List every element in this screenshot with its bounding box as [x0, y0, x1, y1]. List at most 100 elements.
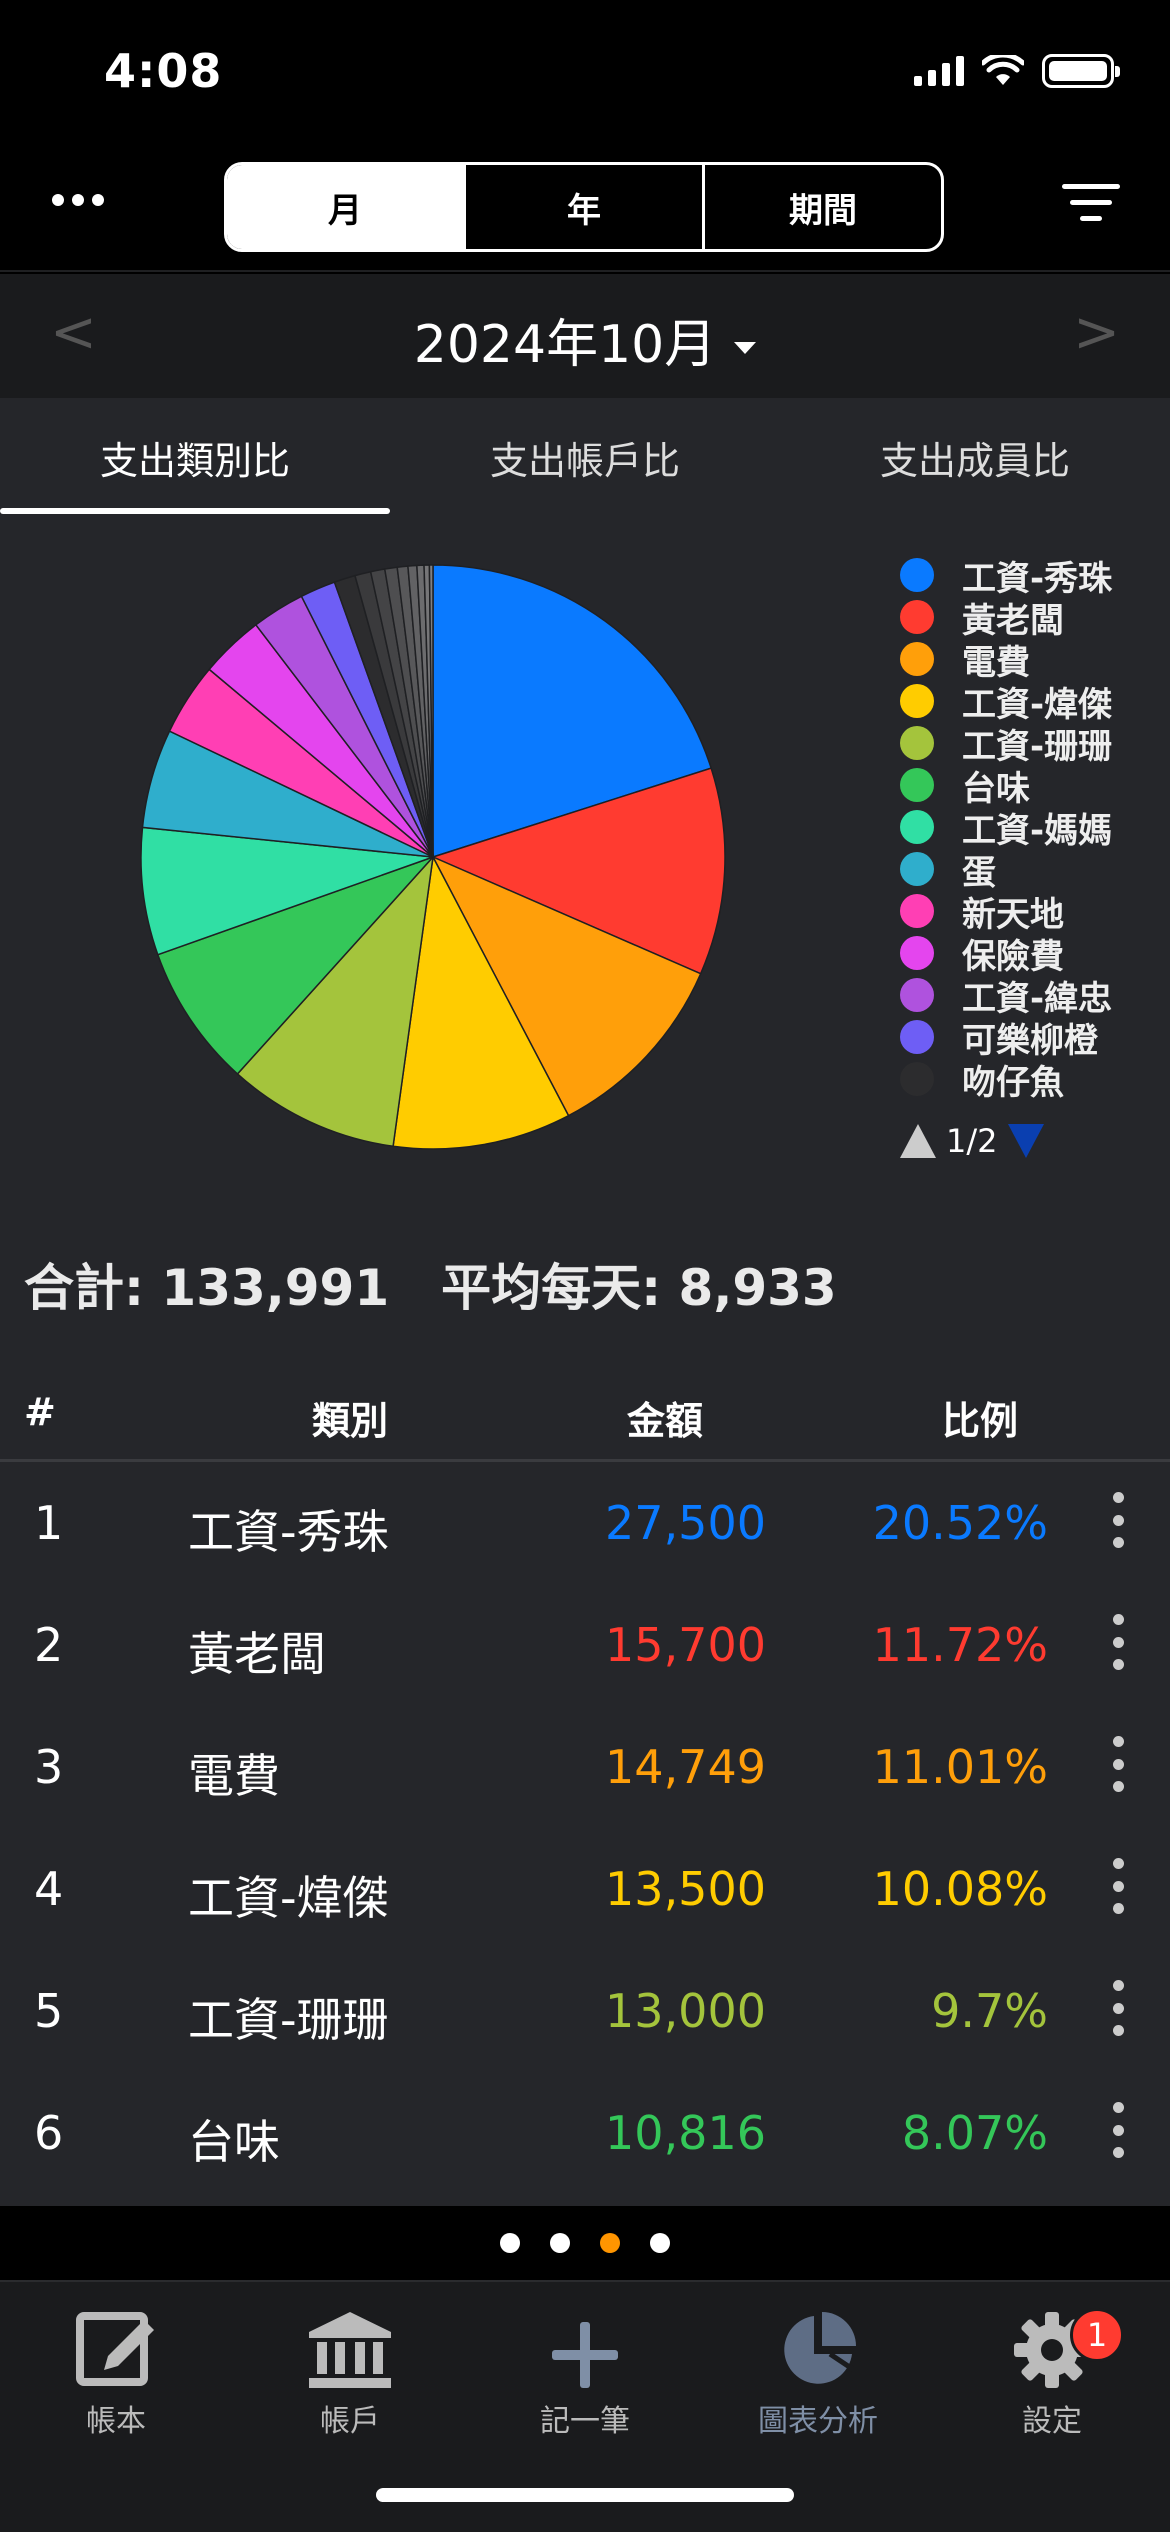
legend-color-dot	[900, 852, 934, 886]
category-table: 1 工資-秀珠 27,500 20.52% 2 黃老闆 15,700 11.72% 3 電費 14,…	[0, 1462, 1170, 2194]
total-amount: 合計: 133,991	[24, 1259, 390, 1317]
pie-chart-icon	[718, 2300, 918, 2390]
row-more-icon[interactable]	[1106, 1736, 1130, 1792]
row-amount: 14,749	[605, 1740, 766, 1794]
row-index: 3	[34, 1740, 64, 1794]
legend-page-indicator: 1/2	[946, 1122, 998, 1160]
active-tab-indicator	[0, 508, 390, 514]
page-dot[interactable]	[550, 2233, 570, 2253]
status-bar: 4:08	[0, 0, 1170, 140]
legend-item: 可樂柳橙	[900, 1016, 1112, 1061]
nav-bar: 月 年 期間	[0, 140, 1170, 272]
more-options-button[interactable]	[52, 180, 112, 220]
row-ratio: 9.7%	[931, 1984, 1048, 2038]
tabbar-item-add-record[interactable]: 記一筆	[485, 2300, 685, 2440]
month-title-text: 2024年10月	[413, 315, 717, 375]
tabbar-item-accounts[interactable]: 帳戶	[250, 2300, 450, 2440]
legend-page-up-icon[interactable]	[900, 1124, 936, 1158]
legend-color-dot	[900, 1062, 934, 1096]
row-more-icon[interactable]	[1106, 1858, 1130, 1914]
legend-item: 電費	[900, 638, 1112, 683]
table-row[interactable]: 2 黃老闆 15,700 11.72%	[0, 1584, 1170, 1706]
legend-color-dot	[900, 558, 934, 592]
table-row[interactable]: 4 工資-煒傑 13,500 10.08%	[0, 1828, 1170, 1950]
tab-expense-category[interactable]: 支出類別比	[0, 398, 390, 518]
tabbar-item-chart-analysis[interactable]: 圖表分析	[718, 2300, 918, 2440]
next-month-button[interactable]: >	[1073, 300, 1120, 365]
header-amount[interactable]: 金額	[560, 1390, 770, 1445]
wifi-icon	[982, 55, 1024, 85]
legend-color-dot	[900, 642, 934, 676]
daily-average: 平均每天: 8,933	[441, 1259, 837, 1317]
legend-color-dot	[900, 810, 934, 844]
legend-item: 工資-秀珠	[900, 554, 1112, 599]
plus-icon	[485, 2300, 685, 2390]
legend-item: 蛋	[900, 848, 1112, 893]
legend-pager: 1/2	[900, 1116, 1112, 1166]
table-row[interactable]: 1 工資-秀珠 27,500 20.52%	[0, 1462, 1170, 1584]
status-icons	[914, 54, 1120, 88]
chart-area: 工資-秀珠 黃老闆 電費 工資-煒傑 工資-珊珊 台味 工資-媽媽蛋新天地 保險費 工資-緯忠可…	[0, 518, 1170, 1198]
content-area: 支出類別比 支出帳戶比 支出成員比 工資-秀珠 黃老闆 電費 工資-煒傑 工資-珊珊 台味…	[0, 398, 1170, 2206]
tabbar-label: 設定	[1022, 2404, 1082, 2439]
filter-icon[interactable]	[1062, 182, 1120, 224]
legend-item: 新天地	[900, 890, 1112, 935]
table-row[interactable]: 5 工資-珊珊 13,000 9.7%	[0, 1950, 1170, 2072]
bank-icon	[250, 2300, 450, 2390]
table-row[interactable]: 6 台味 10,816 8.07%	[0, 2072, 1170, 2194]
tab-expense-member[interactable]: 支出成員比	[780, 398, 1170, 518]
chart-legend: 工資-秀珠 黃老闆 電費 工資-煒傑 工資-珊珊 台味 工資-媽媽蛋新天地 保險費 工資-緯忠可…	[900, 554, 1112, 1166]
legend-item: 工資-緯忠	[900, 974, 1112, 1019]
row-category: 工資-秀珠	[188, 1505, 389, 1559]
row-ratio: 11.72%	[872, 1618, 1048, 1672]
home-indicator	[376, 2488, 794, 2502]
caret-down-icon	[734, 342, 757, 354]
row-amount: 10,816	[605, 2106, 766, 2160]
row-index: 5	[34, 1984, 64, 2038]
legend-item: 台味	[900, 764, 1112, 809]
tabbar-item-settings[interactable]: 設定 1	[952, 2300, 1152, 2440]
page-dot[interactable]	[500, 2233, 520, 2253]
totals-summary: 合計: 133,991 平均每天: 8,933	[24, 1248, 889, 1320]
row-more-icon[interactable]	[1106, 1980, 1130, 2036]
legend-item: 工資-媽媽	[900, 806, 1112, 851]
page-dot[interactable]	[650, 2233, 670, 2253]
segment-month[interactable]: 月	[227, 165, 466, 249]
page-dot-active[interactable]	[600, 2233, 620, 2253]
legend-page-down-icon[interactable]	[1007, 1124, 1044, 1158]
battery-icon	[1042, 54, 1120, 88]
legend-item: 保險費	[900, 932, 1112, 977]
tabbar-item-ledger[interactable]: 帳本	[16, 2300, 216, 2440]
row-index: 4	[34, 1862, 64, 1916]
header-ratio[interactable]: 比例	[880, 1390, 1080, 1445]
month-title[interactable]: 2024年10月	[0, 302, 1170, 377]
legend-color-dot	[900, 600, 934, 634]
row-more-icon[interactable]	[1106, 1492, 1130, 1548]
row-more-icon[interactable]	[1106, 2102, 1130, 2158]
legend-color-dot	[900, 768, 934, 802]
legend-color-dot	[900, 726, 934, 760]
row-category: 工資-煒傑	[188, 1871, 389, 1925]
tabbar-label: 帳本	[86, 2404, 146, 2439]
row-ratio: 11.01%	[872, 1740, 1048, 1794]
row-category: 台味	[188, 2115, 280, 2169]
legend-item: 工資-珊珊	[900, 722, 1112, 767]
row-more-icon[interactable]	[1106, 1614, 1130, 1670]
legend-color-dot	[900, 978, 934, 1012]
row-category: 工資-珊珊	[188, 1993, 389, 2047]
segment-year[interactable]: 年	[466, 165, 705, 249]
row-amount: 13,000	[605, 1984, 766, 2038]
legend-color-dot	[900, 894, 934, 928]
row-index: 6	[34, 2106, 64, 2160]
expense-pie-chart[interactable]	[138, 562, 728, 1152]
row-ratio: 20.52%	[872, 1496, 1048, 1550]
row-index: 2	[34, 1618, 64, 1672]
row-category: 電費	[188, 1749, 280, 1803]
tab-expense-account[interactable]: 支出帳戶比	[390, 398, 780, 518]
segment-period[interactable]: 期間	[705, 165, 941, 249]
row-category: 黃老闆	[188, 1627, 326, 1681]
legend-color-dot	[900, 1020, 934, 1054]
tabbar-label: 記一筆	[540, 2404, 630, 2439]
table-row[interactable]: 3 電費 14,749 11.01%	[0, 1706, 1170, 1828]
row-ratio: 10.08%	[872, 1862, 1048, 1916]
